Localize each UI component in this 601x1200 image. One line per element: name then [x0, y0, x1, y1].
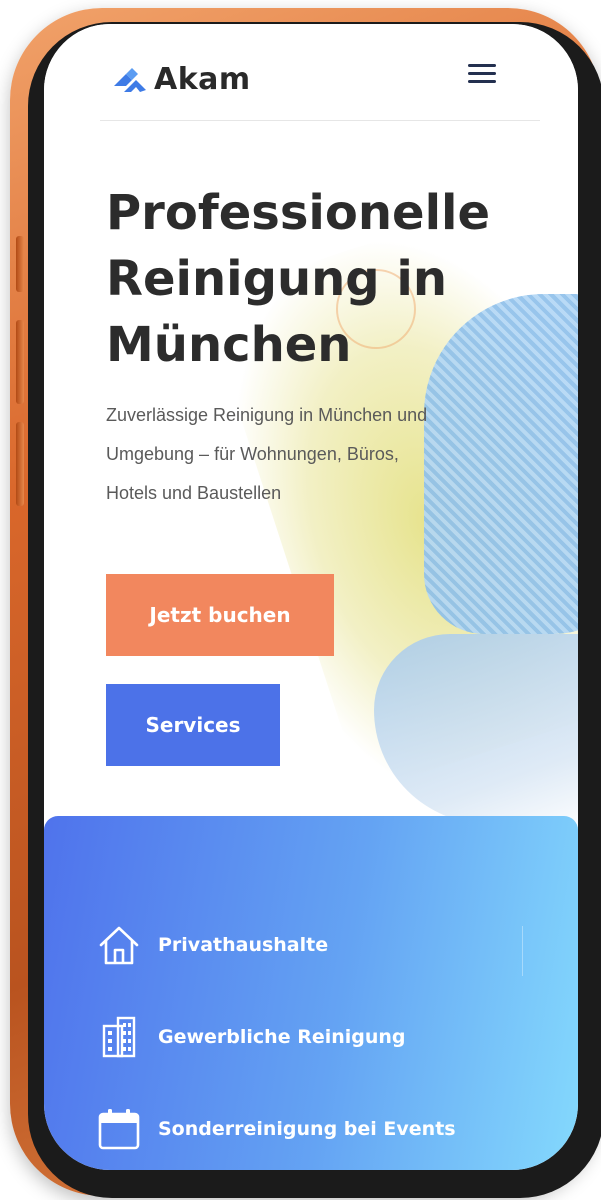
phone-action-button [16, 236, 24, 292]
hero-title: Professionelle Reinigung in München [106, 180, 546, 378]
chevron-up-logo-icon [114, 67, 146, 92]
hero-title-line: Professionelle [106, 185, 491, 241]
site-header: Akam [44, 24, 578, 122]
hero-title-line: München [106, 317, 352, 373]
service-item-label: Privathaushalte [158, 934, 329, 956]
service-item-label: Gewerbliche Reinigung [158, 1026, 406, 1048]
hero-title-line: Reinigung in [106, 251, 447, 307]
service-item-label: Sonderreinigung bei Events [158, 1118, 456, 1140]
hamburger-menu-icon[interactable] [464, 60, 500, 88]
hero-towel-image [374, 634, 578, 824]
hero-subtitle-line: Zuverlässige Reinigung in München und [106, 405, 428, 425]
office-building-icon [102, 1016, 136, 1058]
panel-divider [522, 926, 523, 976]
calendar-icon [98, 1109, 140, 1150]
brand-name: Akam [154, 62, 251, 97]
header-divider [100, 120, 540, 121]
services-button[interactable]: Services [106, 684, 280, 766]
service-item-privathaushalte[interactable]: Privathaushalte [96, 922, 328, 968]
service-item-sonderreinigung[interactable]: Sonderreinigung bei Events [96, 1106, 456, 1152]
service-item-gewerbliche-reinigung[interactable]: Gewerbliche Reinigung [96, 1014, 406, 1060]
phone-volume-down-button [16, 422, 24, 506]
hero-subtitle: Zuverlässige Reinigung in München und Um… [106, 396, 486, 513]
brand-logo[interactable]: Akam [112, 62, 251, 97]
phone-volume-up-button [16, 320, 24, 404]
hero-subtitle-line: Hotels und Baustellen [106, 483, 282, 503]
hero-subtitle-line: Umgebung – für Wohnungen, Büros, [106, 444, 399, 464]
services-panel: Privathaushalte Gewerbliche Reinigung So… [44, 816, 578, 1170]
phone-screen: Akam Professionelle Reinigung in München… [44, 24, 578, 1170]
house-icon [99, 926, 139, 965]
book-now-button[interactable]: Jetzt buchen [106, 574, 334, 656]
